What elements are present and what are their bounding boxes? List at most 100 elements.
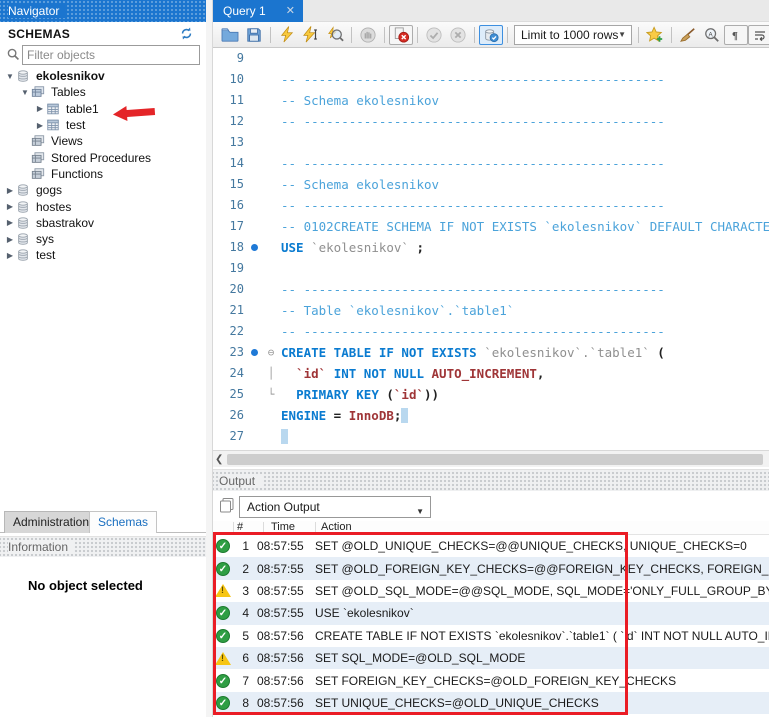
output-row-8[interactable]: ✓808:57:56SET UNIQUE_CHECKS=@OLD_UNIQUE_…	[213, 692, 769, 714]
toggle-stop-on-error-button[interactable]	[389, 25, 413, 45]
explain-button[interactable]	[323, 25, 347, 45]
sidebar-item-views[interactable]: Views	[0, 133, 206, 149]
filter-objects-input[interactable]	[22, 45, 200, 65]
save-script-button[interactable]	[242, 25, 266, 45]
fold-guide: └	[261, 384, 281, 405]
sidebar-item-sys[interactable]: ▶sys	[0, 231, 206, 247]
views-icon	[31, 167, 47, 181]
fold-guide	[261, 237, 281, 258]
column-header-num[interactable]: #	[237, 521, 243, 534]
chevron-down-icon: ▼	[618, 30, 626, 39]
scroll-left-icon[interactable]: ❮	[215, 453, 223, 466]
expand-arrow-icon[interactable]: ▶	[4, 235, 16, 244]
toolbar-separator	[638, 27, 639, 43]
tab-administration[interactable]: Administration	[4, 511, 98, 533]
collapse-arrow-icon[interactable]: ▼	[19, 88, 31, 97]
output-row-index: 2	[233, 562, 249, 576]
code-line-12: 12-- -----------------------------------…	[213, 111, 769, 132]
toolbar-separator	[417, 27, 418, 43]
expand-arrow-icon[interactable]: ▶	[4, 202, 16, 211]
statement-marker	[249, 342, 261, 363]
sidebar-item-stored-procedures[interactable]: Stored Procedures	[0, 149, 206, 165]
sidebar-item-functions[interactable]: Functions	[0, 166, 206, 182]
output-row-index: 5	[233, 629, 249, 643]
limit-rows-select[interactable]: Limit to 1000 rows▼	[514, 25, 632, 45]
sidebar-item-table1[interactable]: ▶table1	[0, 101, 206, 117]
scrollbar-thumb[interactable]	[227, 454, 763, 465]
line-number: 27	[213, 426, 249, 447]
sidebar-item-gogs[interactable]: ▶gogs	[0, 182, 206, 198]
check-icon: ✓	[216, 606, 230, 620]
limit-rows-value: Limit to 1000 rows	[521, 28, 618, 42]
sidebar-item-hostes[interactable]: ▶hostes	[0, 198, 206, 214]
text-caret	[401, 408, 408, 423]
statement-marker	[249, 111, 261, 132]
close-tab-icon[interactable]: ✕	[286, 0, 295, 22]
collapse-arrow-icon[interactable]: ▼	[4, 72, 16, 81]
execute-button[interactable]	[275, 25, 299, 45]
warning-icon	[213, 584, 233, 597]
beautify-button[interactable]	[676, 25, 700, 45]
code-text	[281, 258, 769, 279]
stop-button[interactable]	[356, 25, 380, 45]
output-row-4[interactable]: ✓408:57:55USE `ekolesnikov`	[213, 602, 769, 624]
fold-collapse-icon[interactable]: ⊖	[261, 342, 281, 363]
refresh-schemas-icon[interactable]	[179, 26, 194, 41]
expand-arrow-icon[interactable]: ▶	[4, 251, 16, 260]
warning-triangle-icon	[215, 652, 231, 665]
sql-editor[interactable]: 910-- ----------------------------------…	[213, 48, 769, 450]
expand-arrow-icon[interactable]: ▶	[34, 104, 46, 113]
code-text	[281, 132, 769, 153]
code-line-13: 13	[213, 132, 769, 153]
output-row-3[interactable]: 308:57:55SET @OLD_SQL_MODE=@@SQL_MODE, S…	[213, 580, 769, 602]
schemas-header-row: SCHEMAS	[0, 22, 206, 45]
toolbar-separator	[671, 27, 672, 43]
editor-horizontal-scrollbar[interactable]: ❮	[213, 450, 769, 467]
warning-icon	[213, 652, 233, 665]
code-token: -- -------------------------------------…	[281, 72, 665, 87]
output-row-index: 3	[233, 584, 249, 598]
sidebar-item-test[interactable]: ▶test	[0, 247, 206, 263]
save-snippet-button[interactable]	[643, 25, 667, 45]
sidebar-item-test[interactable]: ▶test	[0, 117, 206, 133]
output-row-6[interactable]: 608:57:56SET SQL_MODE=@OLD_SQL_MODE	[213, 647, 769, 669]
execute-current-button[interactable]	[299, 25, 323, 45]
expand-arrow-icon[interactable]: ▶	[4, 218, 16, 227]
sidebar-item-tables[interactable]: ▼Tables	[0, 84, 206, 100]
code-line-17: 17-- 0102CREATE SCHEMA IF NOT EXISTS `ek…	[213, 216, 769, 237]
output-row-5[interactable]: ✓508:57:56CREATE TABLE IF NOT EXISTS `ek…	[213, 625, 769, 647]
open-script-button[interactable]	[218, 25, 242, 45]
output-view-selector[interactable]: Action Output ▼	[239, 496, 431, 518]
tab-query-1[interactable]: Query 1 ✕	[213, 0, 303, 22]
code-line-26: 26ENGINE = InnoDB;	[213, 405, 769, 426]
expand-arrow-icon[interactable]: ▶	[34, 121, 46, 130]
output-row-time: 08:57:56	[249, 629, 311, 643]
rollback-button[interactable]	[446, 25, 470, 45]
output-row-1[interactable]: ✓108:57:55SET @OLD_UNIQUE_CHECKS=@@UNIQU…	[213, 535, 769, 557]
output-row-2[interactable]: ✓208:57:55SET @OLD_FOREIGN_KEY_CHECKS=@@…	[213, 557, 769, 579]
column-header-time[interactable]: Time	[271, 521, 295, 534]
sidebar-item-sbastrakov[interactable]: ▶sbastrakov	[0, 215, 206, 231]
sidebar-item-ekolesnikov[interactable]: ▼ekolesnikov	[0, 68, 206, 84]
output-view-row: Action Output ▼	[213, 491, 769, 521]
line-number: 24	[213, 363, 249, 384]
toggle-autocommit-button[interactable]	[479, 25, 503, 45]
wrap-text-button[interactable]	[748, 25, 769, 45]
column-header-action[interactable]: Action	[321, 521, 352, 534]
output-row-7[interactable]: ✓708:57:56SET FOREIGN_KEY_CHECKS=@OLD_FO…	[213, 669, 769, 691]
code-text	[281, 426, 769, 447]
output-view-selected: Action Output	[247, 500, 320, 514]
fold-guide	[261, 111, 281, 132]
commit-button[interactable]	[422, 25, 446, 45]
expand-arrow-icon[interactable]: ▶	[4, 186, 16, 195]
code-token: =	[326, 408, 349, 423]
fold-guide	[261, 216, 281, 237]
line-number: 16	[213, 195, 249, 216]
tab-schemas[interactable]: Schemas	[89, 511, 157, 533]
output-layers-icon	[219, 497, 235, 513]
panel-splitter[interactable]	[206, 0, 213, 717]
line-number: 10	[213, 69, 249, 90]
find-button[interactable]: A	[700, 25, 724, 45]
invisible-chars-button[interactable]: ¶	[724, 25, 748, 45]
toolbar-separator	[270, 27, 271, 43]
